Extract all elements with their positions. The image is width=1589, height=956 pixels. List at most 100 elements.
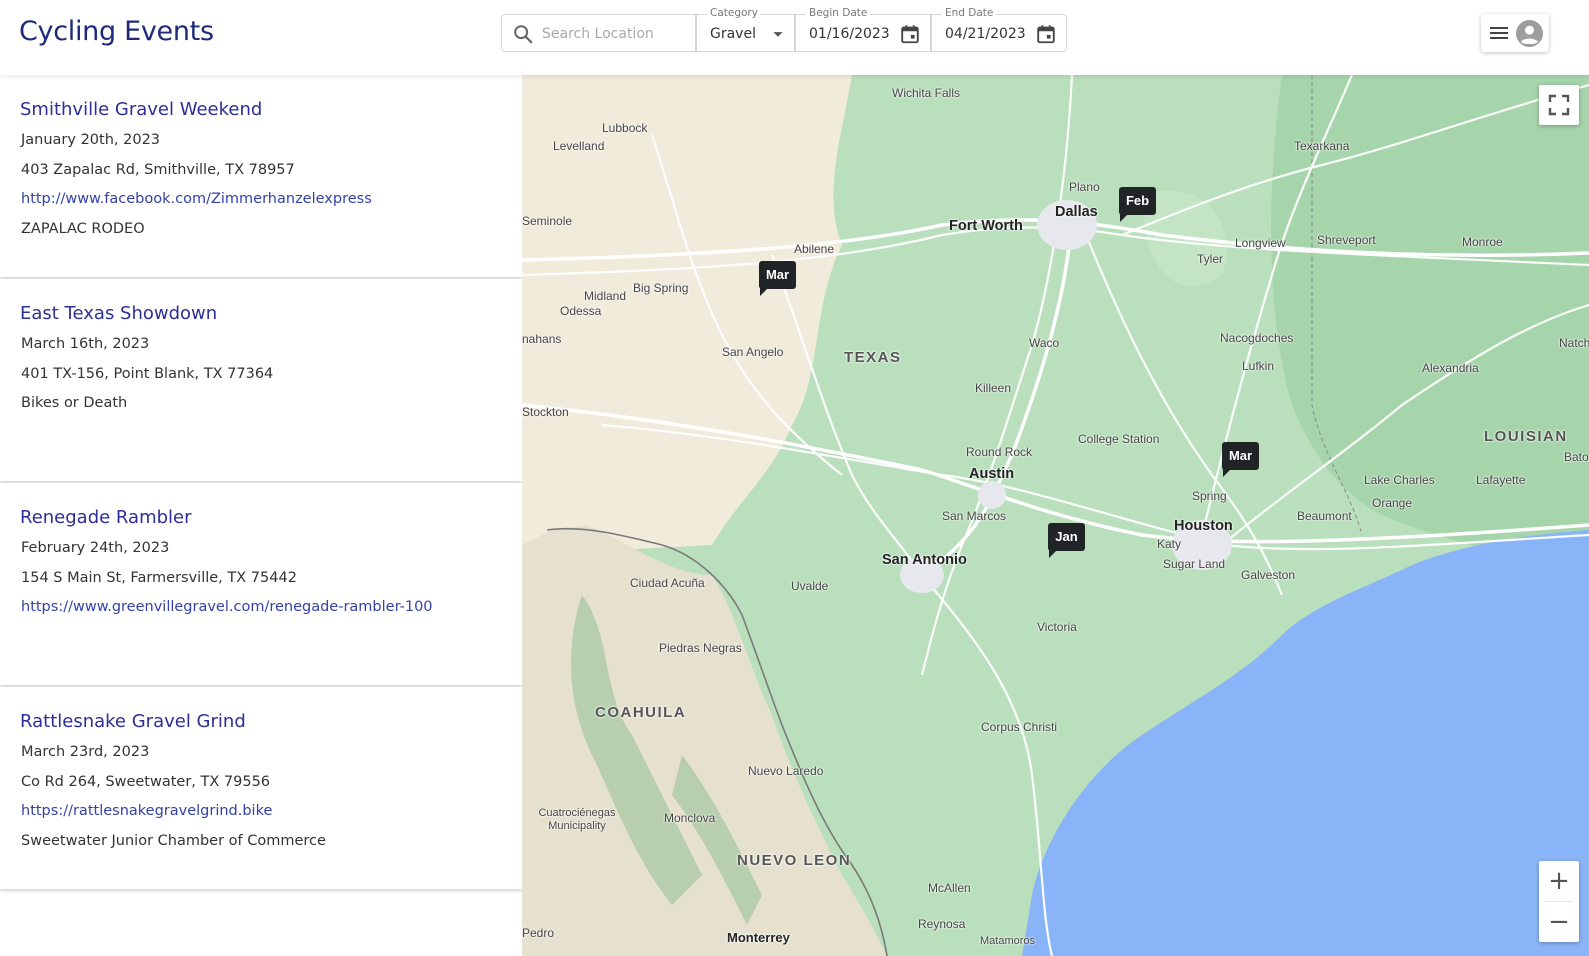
map-city-label: Houston	[1174, 518, 1233, 534]
map-city-label: nahans	[522, 332, 562, 346]
map-city-label: Nacogdoches	[1220, 331, 1294, 345]
fullscreen-button[interactable]	[1539, 85, 1579, 125]
map-city-label: Matamoros	[980, 935, 1036, 947]
event-list: Smithville Gravel Weekend January 20th, …	[0, 75, 522, 956]
event-address: 154 S Main St, Farmersville, TX 75442	[21, 570, 297, 586]
event-card[interactable]: Smithville Gravel Weekend January 20th, …	[0, 75, 522, 277]
map-city-label: San Angelo	[722, 345, 784, 359]
dropdown-arrow-icon	[773, 32, 783, 37]
map-city-label: Fort Worth	[949, 218, 1023, 234]
event-marker[interactable]: Feb	[1119, 187, 1156, 222]
event-date: March 16th, 2023	[21, 336, 150, 352]
map-region-label: NUEVO LEON	[737, 852, 852, 869]
map-city-label: Piedras Negras	[659, 641, 742, 655]
map-city-label: Sugar Land	[1163, 557, 1226, 571]
map-city-label: Pedro	[522, 926, 555, 940]
map-city-label: Nuevo Laredo	[748, 764, 824, 778]
calendar-icon[interactable]	[1035, 23, 1057, 45]
map-city-label: Odessa	[560, 304, 602, 318]
map-city-label: San Antonio	[882, 552, 967, 568]
user-menu-button[interactable]	[1481, 14, 1549, 52]
map-city-label: Bato	[1564, 450, 1589, 464]
event-link[interactable]: http://www.facebook.com/Zimmerhanzelexpr…	[21, 191, 372, 207]
search-icon	[514, 25, 533, 44]
hamburger-menu-icon	[1490, 27, 1508, 39]
map-view[interactable]: TEXAS COAHUILA NUEVO LEON LOUISIAN Dalla…	[522, 75, 1589, 956]
event-card[interactable]: Renegade Rambler February 24th, 2023 154…	[0, 483, 522, 685]
event-address: 401 TX-156, Point Blank, TX 77364	[21, 366, 274, 382]
search-location-input[interactable]	[542, 23, 690, 45]
event-marker[interactable]: Jan	[1048, 523, 1085, 558]
event-marker[interactable]: Mar	[1222, 442, 1259, 477]
event-title[interactable]: East Texas Showdown	[20, 303, 217, 324]
event-marker[interactable]: Mar	[759, 261, 796, 296]
map-city-label: Beaumont	[1297, 509, 1352, 523]
map-city-label: Tyler	[1197, 252, 1224, 266]
event-title[interactable]: Renegade Rambler	[20, 507, 192, 528]
event-organizer: ZAPALAC RODEO	[21, 221, 145, 237]
event-organizer: Sweetwater Junior Chamber of Commerce	[21, 833, 326, 849]
map-city-label: Reynosa	[918, 917, 966, 931]
map-city-label: Seminole	[522, 214, 573, 228]
map-city-label: Levelland	[553, 139, 605, 153]
map-city-label: Ciudad Acuña	[630, 576, 705, 590]
map-city-label: Corpus Christi	[981, 720, 1058, 734]
map-city-label: Big Spring	[633, 281, 689, 295]
map-city-label: Orange	[1372, 496, 1413, 510]
event-title[interactable]: Smithville Gravel Weekend	[20, 99, 262, 120]
map-city-label: Cuatrociénegas Municipality	[538, 807, 616, 832]
event-organizer: Bikes or Death	[21, 395, 128, 411]
search-location-box[interactable]	[501, 14, 696, 52]
map-city-label: Monterrey	[727, 930, 790, 945]
account-circle-icon	[1516, 20, 1543, 47]
map-city-label: Round Rock	[966, 445, 1033, 459]
map-city-label: Monroe	[1462, 235, 1503, 249]
map-city-label: Austin	[969, 466, 1015, 482]
map-city-label: Alexandria	[1422, 361, 1479, 375]
event-address: 403 Zapalac Rd, Smithville, TX 78957	[21, 162, 295, 178]
map-city-label: Lubbock	[602, 121, 648, 135]
event-link[interactable]: https://www.greenvillegravel.com/renegad…	[21, 599, 433, 615]
map-city-label: Spring	[1192, 489, 1227, 503]
map-city-label: Plano	[1069, 180, 1100, 194]
end-date-value: 04/21/2023	[945, 26, 1026, 42]
map-city-label: Texarkana	[1294, 139, 1350, 153]
map-city-label: Natch	[1559, 336, 1589, 350]
zoom-in-button[interactable]: +	[1539, 861, 1579, 901]
end-date-field[interactable]: End Date 04/21/2023	[931, 7, 1067, 52]
app-header: Cycling Events Category Gravel Begin Dat…	[0, 0, 1589, 75]
map-city-label: Victoria	[1037, 620, 1077, 634]
map-city-label: Lafayette	[1476, 473, 1526, 487]
category-select[interactable]: Category Gravel	[696, 7, 795, 52]
begin-date-field[interactable]: Begin Date 01/16/2023	[795, 7, 931, 52]
map-city-label: Stockton	[522, 405, 569, 419]
zoom-out-button[interactable]: −	[1539, 902, 1579, 942]
event-link[interactable]: https://rattlesnakegravelgrind.bike	[21, 803, 272, 819]
begin-date-value: 01/16/2023	[809, 26, 890, 42]
map-city-label: Longview	[1235, 236, 1286, 250]
map-city-label: Lufkin	[1242, 359, 1275, 373]
map-region-label: TEXAS	[844, 349, 902, 366]
map-city-label: Uvalde	[791, 579, 829, 593]
map-city-label: Waco	[1029, 336, 1060, 350]
end-date-label: End Date	[942, 7, 997, 19]
event-card[interactable]: Rattlesnake Gravel Grind March 23rd, 202…	[0, 687, 522, 889]
map-city-label: McAllen	[928, 881, 971, 895]
event-date: January 20th, 2023	[21, 132, 161, 148]
event-title[interactable]: Rattlesnake Gravel Grind	[20, 711, 246, 732]
map-city-label: Monclova	[664, 811, 716, 825]
category-label: Category	[707, 7, 761, 19]
map-city-label: Midland	[584, 289, 627, 303]
event-card[interactable]: East Texas Showdown March 16th, 2023 401…	[0, 279, 522, 481]
map-region-label: LOUISIAN	[1484, 428, 1568, 445]
map-city-label: Lake Charles	[1364, 473, 1435, 487]
map-city-label: Shreveport	[1317, 233, 1376, 247]
map-city-label: Wichita Falls	[892, 86, 961, 100]
map-city-label: Dallas	[1055, 204, 1098, 220]
map-city-label: Killeen	[975, 381, 1012, 395]
map-city-label: Abilene	[794, 242, 835, 256]
event-date: March 23rd, 2023	[21, 744, 150, 760]
zoom-controls: + −	[1539, 861, 1579, 942]
calendar-icon[interactable]	[899, 23, 921, 45]
begin-date-label: Begin Date	[806, 7, 871, 19]
